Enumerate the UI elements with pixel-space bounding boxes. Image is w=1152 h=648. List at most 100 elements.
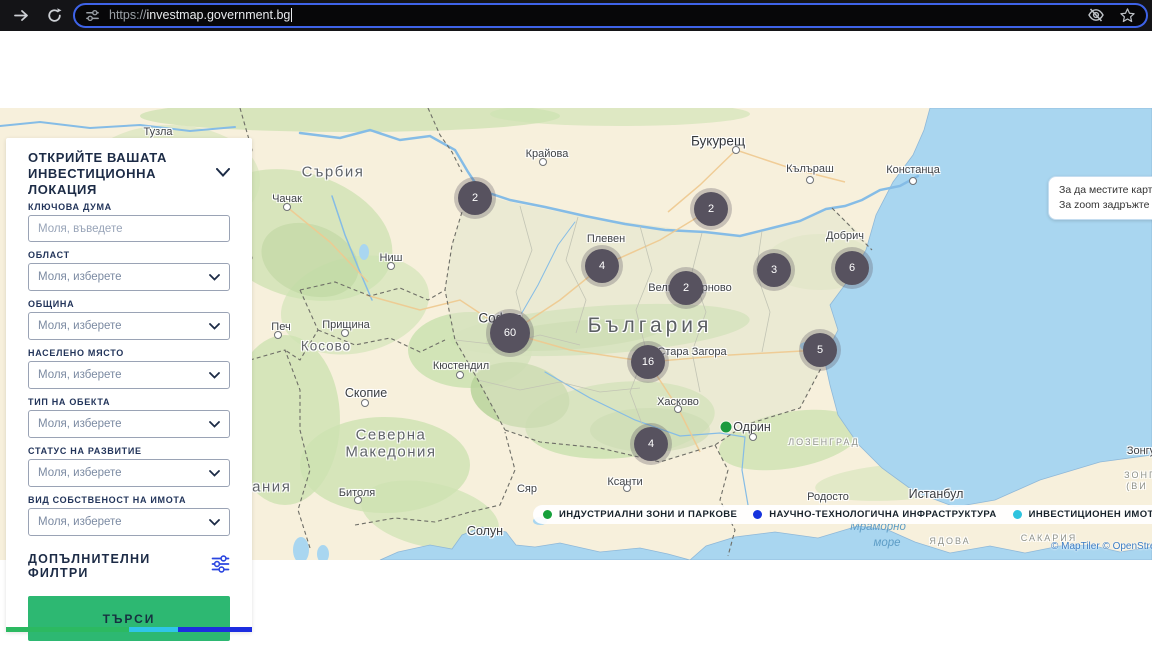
map-cluster-marker[interactable]: 4 bbox=[585, 249, 619, 283]
map-attribution-link[interactable]: © MapTiler © OpenStreetMap bbox=[1051, 541, 1152, 552]
cluster-count: 6 bbox=[849, 262, 855, 274]
map-cluster-marker[interactable]: 4 bbox=[634, 427, 668, 461]
tooltip-line-2: За zoom задръжте Sh bbox=[1059, 198, 1152, 213]
select-dropdown[interactable]: Моля, изберете bbox=[28, 410, 230, 438]
legend-item: ИНВЕСТИЦИОНЕН ИМОТ bbox=[1013, 509, 1152, 520]
map-place-label: Тузла bbox=[143, 126, 172, 138]
filter-sliders-icon bbox=[211, 555, 230, 578]
select-value: Моля, изберете bbox=[38, 418, 122, 430]
browser-toolbar: https://investmap.government.bg bbox=[0, 0, 1152, 31]
map-cluster-marker[interactable]: 60 bbox=[490, 313, 530, 353]
additional-filters-label: ДОПЪЛНИТЕЛНИ ФИЛТРИ bbox=[28, 552, 211, 580]
city-dot-icon bbox=[341, 329, 349, 337]
additional-filters-toggle[interactable]: ДОПЪЛНИТЕЛНИ ФИЛТРИ bbox=[28, 552, 230, 580]
eye-off-icon[interactable] bbox=[1087, 6, 1105, 24]
select-label: НАСЕЛЕНО МЯСТО bbox=[28, 348, 230, 358]
map-cluster-marker[interactable]: 2 bbox=[694, 192, 728, 226]
city-dot-icon bbox=[361, 399, 369, 407]
reload-icon[interactable] bbox=[46, 7, 63, 24]
city-dot-icon bbox=[539, 158, 547, 166]
select-dropdown[interactable]: Моля, изберете bbox=[28, 508, 230, 536]
tricolor-blue bbox=[178, 627, 252, 632]
legend-dot-icon bbox=[753, 510, 762, 519]
tune-icon bbox=[85, 8, 100, 23]
map-place-label: Плевен bbox=[587, 233, 625, 245]
city-dot-icon bbox=[749, 433, 757, 441]
panel-title: ОТКРИЙТЕ ВАШАТА ИНВЕСТИЦИОННА ЛОКАЦИЯ bbox=[28, 150, 188, 198]
legend-label: ИНВЕСТИЦИОНЕН ИМОТ bbox=[1029, 509, 1152, 520]
chevron-down-icon bbox=[209, 415, 220, 433]
text-caret bbox=[291, 8, 292, 22]
select-value: Моля, изберете bbox=[38, 369, 122, 381]
map-place-label: (ВИ bbox=[1126, 481, 1147, 491]
url-bar[interactable]: https://investmap.government.bg bbox=[73, 3, 1148, 28]
select-value: Моля, изберете bbox=[38, 516, 122, 528]
map-place-label: ЯДОВА bbox=[929, 536, 970, 546]
map-cluster-marker[interactable]: 5 bbox=[803, 333, 837, 367]
select-label: СТАТУС НА РАЗВИТИЕ bbox=[28, 446, 230, 456]
select-value: Моля, изберете bbox=[38, 467, 122, 479]
legend-dot-icon bbox=[543, 510, 552, 519]
brand-tricolor-bar bbox=[6, 627, 252, 632]
legend-item: ИНДУСТРИАЛНИ ЗОНИ И ПАРКОВЕ bbox=[543, 509, 737, 520]
city-dot-icon bbox=[387, 262, 395, 270]
tricolor-green bbox=[6, 627, 129, 632]
bookmark-star-icon[interactable] bbox=[1119, 7, 1136, 24]
chevron-down-icon bbox=[209, 366, 220, 384]
select-dropdown[interactable]: Моля, изберете bbox=[28, 312, 230, 340]
map-place-label: Македония bbox=[345, 444, 436, 461]
chevron-down-icon bbox=[209, 513, 220, 531]
map-place-label: Одрин bbox=[733, 420, 771, 434]
map-cluster-marker[interactable]: 6 bbox=[835, 251, 869, 285]
map-place-label: Констанца bbox=[886, 164, 940, 176]
cluster-count: 2 bbox=[708, 203, 714, 215]
city-dot-icon bbox=[909, 177, 917, 185]
map-place-label: ЛОЗЕНГРАД bbox=[788, 437, 860, 447]
map-cluster-marker[interactable]: 2 bbox=[669, 271, 703, 305]
select-value: Моля, изберете bbox=[38, 320, 122, 332]
map-place-label: Кълъраш bbox=[786, 163, 834, 175]
select-label: ОБЩИНА bbox=[28, 299, 230, 309]
chevron-down-icon bbox=[209, 317, 220, 335]
select-dropdown[interactable]: Моля, изберете bbox=[28, 361, 230, 389]
select-label: ТИП НА ОБЕКТА bbox=[28, 397, 230, 407]
collapse-chevron-icon[interactable] bbox=[216, 164, 230, 182]
map-cluster-marker[interactable]: 2 bbox=[458, 181, 492, 215]
filter-selects: ОБЛАСТ Моля, изберете ОБЩИНА Моля, избер… bbox=[28, 250, 230, 536]
map-hint-tooltip: За да местите картата За zoom задръжте S… bbox=[1048, 176, 1152, 220]
legend-dot-icon bbox=[1013, 510, 1022, 519]
keyword-input[interactable] bbox=[28, 215, 230, 242]
select-dropdown[interactable]: Моля, изберете bbox=[28, 459, 230, 487]
map-cluster-marker[interactable]: 16 bbox=[631, 345, 665, 379]
chevron-down-icon bbox=[209, 268, 220, 286]
city-dot-icon bbox=[354, 496, 362, 504]
city-dot-icon bbox=[283, 203, 291, 211]
map-place-label: Стара Загора bbox=[657, 346, 726, 358]
select-value: Моля, изберете bbox=[38, 271, 122, 283]
cluster-count: 4 bbox=[648, 438, 654, 450]
map-place-label: Крайова bbox=[526, 148, 569, 160]
map-place-label: Северна bbox=[356, 427, 427, 444]
map-place-label: ЗОНГ bbox=[1124, 470, 1152, 480]
map-cluster-marker[interactable]: 3 bbox=[757, 253, 791, 287]
search-button[interactable]: ТЪРСИ bbox=[28, 596, 230, 641]
industrial-zone-point[interactable] bbox=[721, 422, 732, 433]
map-place-label: Истанбул bbox=[909, 487, 964, 501]
legend-label: ИНДУСТРИАЛНИ ЗОНИ И ПАРКОВЕ bbox=[559, 509, 737, 520]
cluster-count: 2 bbox=[683, 282, 689, 294]
cluster-count: 2 bbox=[472, 192, 478, 204]
select-dropdown[interactable]: Моля, изберете bbox=[28, 263, 230, 291]
tricolor-cyan bbox=[129, 627, 178, 632]
map-place-label: Зонгу bbox=[1127, 445, 1152, 457]
cluster-count: 5 bbox=[817, 344, 823, 356]
city-dot-icon bbox=[732, 146, 740, 154]
legend-label: НАУЧНО-ТЕХНОЛОГИЧНА ИНФРАСТРУКТУРА bbox=[769, 509, 996, 520]
city-dot-icon bbox=[274, 331, 282, 339]
cluster-count: 3 bbox=[771, 264, 777, 276]
forward-arrow-icon[interactable] bbox=[13, 7, 30, 24]
tooltip-line-1: За да местите картата bbox=[1059, 183, 1152, 198]
select-label: ВИД СОБСТВЕНОСТ НА ИМОТА bbox=[28, 495, 230, 505]
map-place-label: България bbox=[588, 314, 713, 338]
city-dot-icon bbox=[806, 176, 814, 184]
select-label: ОБЛАСТ bbox=[28, 250, 230, 260]
